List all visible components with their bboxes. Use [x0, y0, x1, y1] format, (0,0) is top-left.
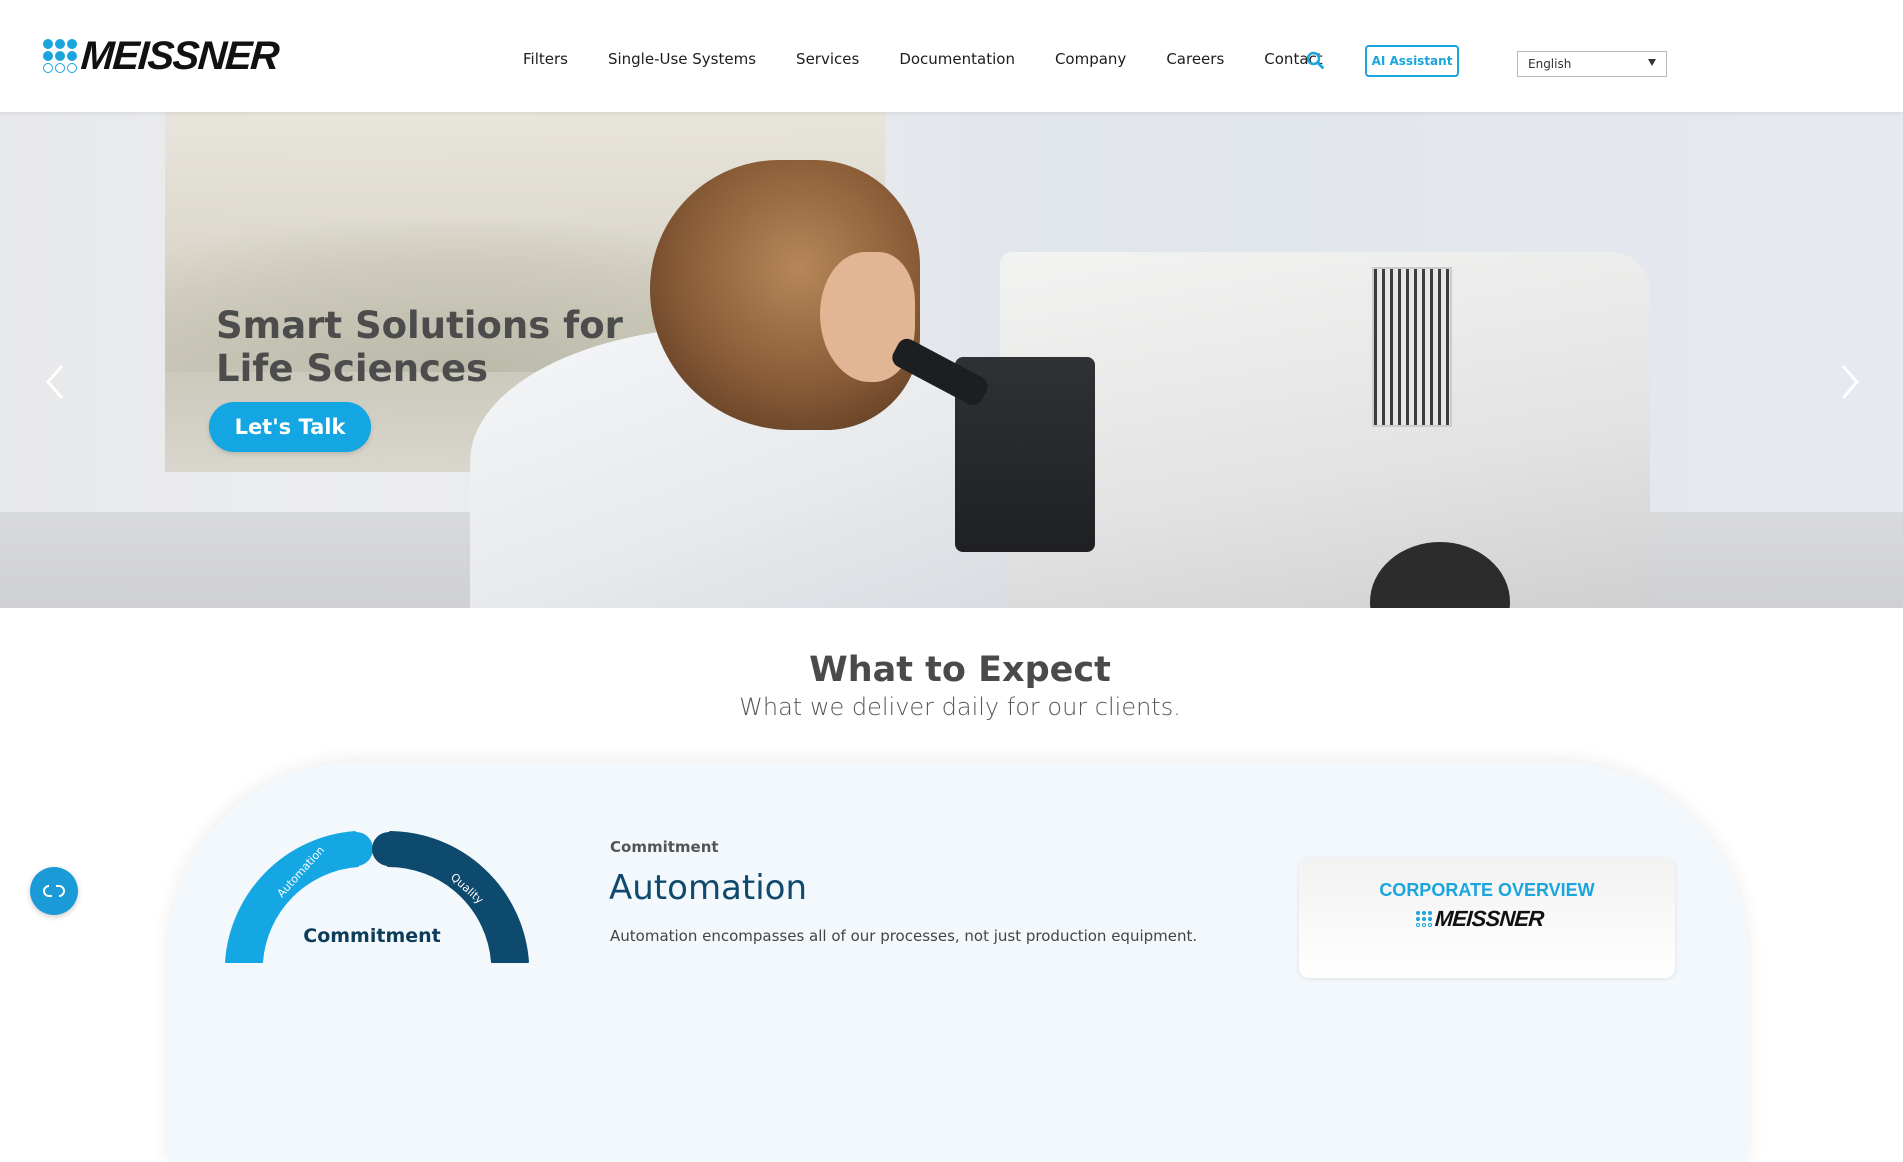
chat-button[interactable]	[30, 867, 78, 915]
corporate-overview-logo: MEISSNER	[1416, 906, 1545, 931]
section-title: What to Expect	[809, 650, 1111, 690]
corporate-overview-card[interactable]: CORPORATE OVERVIEW MEISSNER	[1299, 858, 1675, 978]
nav-documentation[interactable]: Documentation	[899, 50, 1015, 68]
hero-machine-vent	[1372, 267, 1452, 427]
chevron-down-icon	[1648, 59, 1656, 66]
nav-filters[interactable]: Filters	[523, 50, 568, 68]
carousel-next-icon[interactable]	[1835, 360, 1865, 404]
logo-dots-icon	[1416, 910, 1433, 928]
quality-segment-cap	[372, 832, 406, 866]
hero-lab-machine	[1000, 252, 1650, 608]
nav-single-use-systems[interactable]: Single-Use Systems	[608, 50, 756, 68]
hero-carousel: Smart Solutions for Life Sciences Let's …	[0, 112, 1903, 608]
commitment-ring[interactable]: Automation Quality	[210, 800, 550, 1100]
logo-wordmark: MEISSNER	[79, 34, 280, 78]
search-icon[interactable]	[1306, 51, 1324, 69]
meissner-logo[interactable]: MEISSNER	[43, 34, 280, 78]
hero-title: Smart Solutions for Life Sciences	[216, 304, 623, 390]
language-select-value: English	[1528, 57, 1572, 71]
site-header: MEISSNER Filters Single-Use Systems Serv…	[0, 0, 1903, 112]
commitment-description: Automation encompasses all of our proces…	[610, 927, 1200, 945]
language-select[interactable]: English	[1517, 51, 1667, 77]
main-nav: Filters Single-Use Systems Services Docu…	[523, 50, 1363, 68]
nav-careers[interactable]: Careers	[1166, 50, 1224, 68]
section-subtitle: What we deliver daily for our clients.	[739, 693, 1181, 721]
carousel-prev-icon[interactable]	[40, 360, 70, 404]
nav-company[interactable]: Company	[1055, 50, 1126, 68]
lets-talk-button[interactable]: Let's Talk	[209, 402, 371, 452]
nav-services[interactable]: Services	[796, 50, 859, 68]
corporate-logo-wordmark: MEISSNER	[1434, 906, 1545, 931]
chat-icon	[43, 885, 65, 897]
automation-segment-cap	[339, 832, 373, 866]
corporate-overview-title: CORPORATE OVERVIEW	[1379, 880, 1595, 900]
ai-assistant-button[interactable]: AI Assistant	[1365, 45, 1459, 77]
commitment-eyebrow: Commitment	[610, 838, 719, 856]
logo-dots-icon	[43, 38, 78, 74]
commitment-title: Automation	[609, 868, 808, 908]
